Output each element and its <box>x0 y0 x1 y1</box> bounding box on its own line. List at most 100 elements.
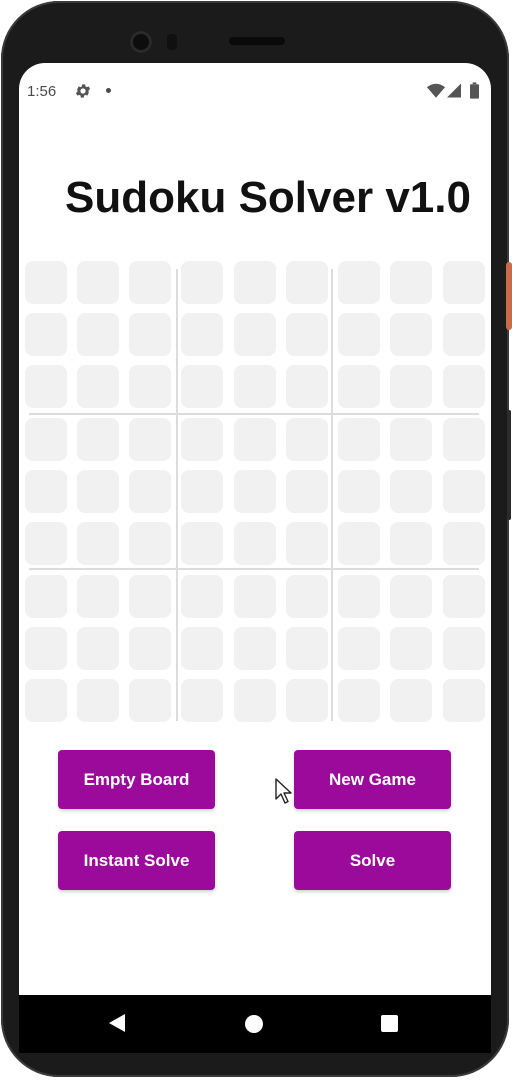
gear-icon <box>75 84 91 98</box>
sudoku-cell[interactable] <box>390 522 432 565</box>
notification-dot-icon <box>106 88 111 93</box>
sudoku-cell[interactable] <box>234 522 276 565</box>
sudoku-cell[interactable] <box>25 418 67 461</box>
sudoku-cell[interactable] <box>338 261 380 304</box>
sudoku-cell[interactable] <box>234 470 276 513</box>
sudoku-cell[interactable] <box>286 313 328 356</box>
status-time: 1:56 <box>27 83 57 100</box>
sudoku-cell[interactable] <box>181 261 223 304</box>
sudoku-cell[interactable] <box>390 261 432 304</box>
sudoku-cell[interactable] <box>286 575 328 618</box>
sudoku-cell[interactable] <box>338 627 380 670</box>
sudoku-cell[interactable] <box>234 627 276 670</box>
sudoku-cell[interactable] <box>77 627 119 670</box>
home-icon[interactable] <box>245 1015 263 1033</box>
instant-solve-button[interactable]: Instant Solve <box>58 831 215 890</box>
solve-button[interactable]: Solve <box>294 831 451 890</box>
sudoku-cell[interactable] <box>129 575 171 618</box>
sudoku-cell[interactable] <box>181 679 223 722</box>
sudoku-cell[interactable] <box>77 679 119 722</box>
phone-frame: 1:56 Sudoku Solver v1.0 Empty Board New … <box>0 0 512 1080</box>
sudoku-cell[interactable] <box>286 627 328 670</box>
sudoku-cell[interactable] <box>25 313 67 356</box>
box-divider-horizontal <box>29 413 479 415</box>
sudoku-cell[interactable] <box>234 365 276 408</box>
navigation-bar <box>19 995 491 1053</box>
sudoku-cell[interactable] <box>338 522 380 565</box>
sudoku-cell[interactable] <box>77 365 119 408</box>
sudoku-cell[interactable] <box>443 470 485 513</box>
recents-icon[interactable] <box>381 1015 398 1032</box>
sudoku-cell[interactable] <box>25 365 67 408</box>
sudoku-cell[interactable] <box>443 522 485 565</box>
sudoku-cell[interactable] <box>181 575 223 618</box>
sudoku-cell[interactable] <box>338 365 380 408</box>
empty-board-button[interactable]: Empty Board <box>58 750 215 809</box>
sudoku-cell[interactable] <box>234 679 276 722</box>
sudoku-cell[interactable] <box>25 470 67 513</box>
sudoku-cell[interactable] <box>181 313 223 356</box>
power-button[interactable] <box>506 262 512 330</box>
sudoku-cell[interactable] <box>286 470 328 513</box>
sudoku-cell[interactable] <box>77 261 119 304</box>
sudoku-cell[interactable] <box>286 261 328 304</box>
back-icon[interactable] <box>109 1014 125 1032</box>
sudoku-cell[interactable] <box>25 627 67 670</box>
sudoku-cell[interactable] <box>234 313 276 356</box>
new-game-button[interactable]: New Game <box>294 750 451 809</box>
sudoku-board <box>19 261 491 727</box>
sudoku-cell[interactable] <box>443 627 485 670</box>
sudoku-cell[interactable] <box>443 261 485 304</box>
sudoku-cell[interactable] <box>129 313 171 356</box>
sudoku-cell[interactable] <box>181 627 223 670</box>
sudoku-cell[interactable] <box>390 575 432 618</box>
sudoku-cell[interactable] <box>181 418 223 461</box>
sudoku-cell[interactable] <box>129 418 171 461</box>
sudoku-cell[interactable] <box>234 418 276 461</box>
sudoku-cell[interactable] <box>443 679 485 722</box>
sudoku-cell[interactable] <box>338 313 380 356</box>
sudoku-cell[interactable] <box>129 522 171 565</box>
sudoku-cell[interactable] <box>25 575 67 618</box>
sudoku-cell[interactable] <box>390 418 432 461</box>
sudoku-cell[interactable] <box>390 365 432 408</box>
sudoku-cell[interactable] <box>181 522 223 565</box>
sudoku-cell[interactable] <box>234 261 276 304</box>
box-divider-vertical <box>331 269 333 721</box>
sudoku-cell[interactable] <box>25 679 67 722</box>
sudoku-cell[interactable] <box>129 627 171 670</box>
mouse-cursor-icon <box>275 778 292 804</box>
wifi-icon <box>427 83 445 98</box>
sudoku-cell[interactable] <box>443 418 485 461</box>
sudoku-cell[interactable] <box>338 418 380 461</box>
sudoku-cell[interactable] <box>338 470 380 513</box>
sudoku-cell[interactable] <box>25 522 67 565</box>
sudoku-cell[interactable] <box>390 627 432 670</box>
sudoku-cell[interactable] <box>338 575 380 618</box>
sudoku-cell[interactable] <box>77 575 119 618</box>
sudoku-cell[interactable] <box>129 679 171 722</box>
sudoku-cell[interactable] <box>77 418 119 461</box>
sudoku-cell[interactable] <box>77 522 119 565</box>
sudoku-cell[interactable] <box>77 313 119 356</box>
sudoku-cell[interactable] <box>286 418 328 461</box>
sudoku-cell[interactable] <box>77 470 119 513</box>
sudoku-cell[interactable] <box>181 470 223 513</box>
sudoku-cell[interactable] <box>25 261 67 304</box>
sudoku-cell[interactable] <box>286 522 328 565</box>
sudoku-cell[interactable] <box>181 365 223 408</box>
sudoku-cell[interactable] <box>443 313 485 356</box>
sudoku-cell[interactable] <box>234 575 276 618</box>
sudoku-cell[interactable] <box>129 261 171 304</box>
sudoku-cell[interactable] <box>443 365 485 408</box>
sudoku-cell[interactable] <box>338 679 380 722</box>
sudoku-cell[interactable] <box>390 679 432 722</box>
volume-button[interactable] <box>507 410 511 520</box>
sudoku-cell[interactable] <box>129 470 171 513</box>
sudoku-cell[interactable] <box>286 679 328 722</box>
sudoku-cell[interactable] <box>390 313 432 356</box>
sudoku-cell[interactable] <box>443 575 485 618</box>
sudoku-cell[interactable] <box>286 365 328 408</box>
sudoku-cell[interactable] <box>390 470 432 513</box>
sudoku-cell[interactable] <box>129 365 171 408</box>
